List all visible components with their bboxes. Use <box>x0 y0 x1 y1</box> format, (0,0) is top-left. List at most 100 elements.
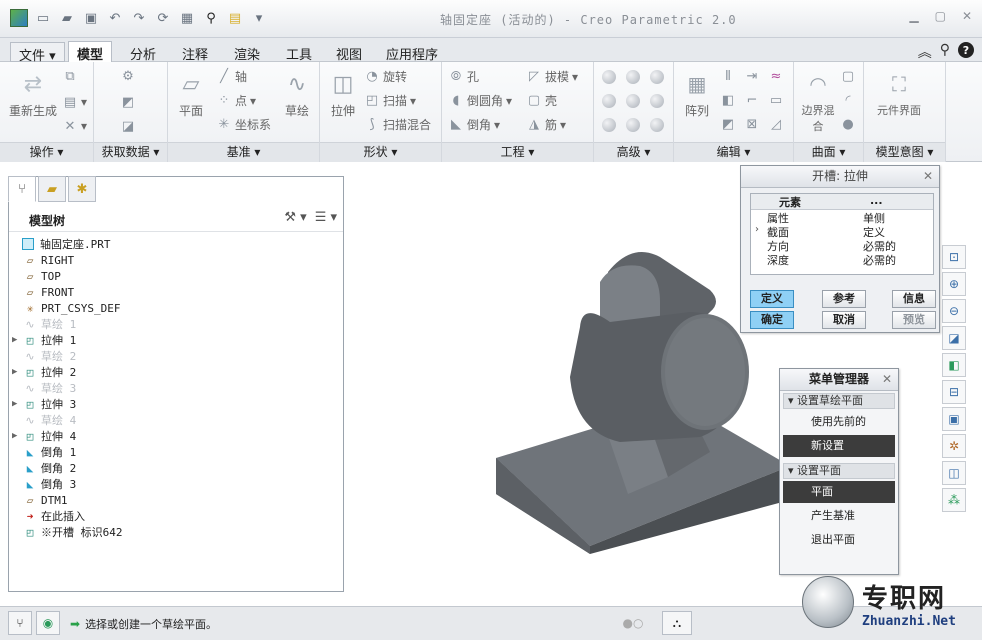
selection-filter-icon[interactable]: ⛬ <box>662 611 692 635</box>
hole-button[interactable]: ⦾ 孔 <box>448 68 479 85</box>
display-style-icon[interactable]: ◧ <box>942 353 966 377</box>
tab-view[interactable]: 视图 <box>328 42 370 63</box>
tab-annotate[interactable]: 注释 <box>174 42 216 63</box>
expand-arrow-icon[interactable]: ▶ <box>12 431 22 441</box>
delete-button[interactable]: ✕ ▾ <box>62 118 87 134</box>
expand-arrow-icon[interactable]: ▶ <box>12 367 22 377</box>
zoom-out-icon[interactable]: ⊖ <box>942 299 966 323</box>
draft-button[interactable]: ◸ 拔模 ▾ <box>526 68 578 85</box>
advanced-tool-icon[interactable] <box>650 118 664 132</box>
tree-node[interactable]: ◰ ※开槽 标识642 <box>12 524 342 540</box>
windows-icon[interactable]: ▦ <box>178 9 196 27</box>
tree-node[interactable]: ∿ 草绘 4 <box>12 412 342 428</box>
csys-button[interactable]: ✳ 坐标系 <box>216 116 271 133</box>
show-list-icon[interactable]: ☰ ▾ <box>315 210 337 225</box>
revolve-button[interactable]: ◔ 旋转 <box>364 68 407 85</box>
search-icon[interactable]: ⚲ <box>202 9 220 27</box>
view-manager-icon[interactable]: ▣ <box>942 407 966 431</box>
tree-node[interactable]: ➜ 在此插入 <box>12 508 342 524</box>
save-icon[interactable]: ▣ <box>82 9 100 27</box>
swept-blend-button[interactable]: ⟆ 扫描混合 <box>364 116 431 133</box>
regenerate-icon[interactable]: ⟳ <box>154 9 172 27</box>
close-icon[interactable]: ✕ <box>923 166 933 187</box>
tree-node[interactable]: ✳ PRT_CSYS_DEF <box>12 300 342 316</box>
maximize-icon[interactable]: ▢ <box>935 9 946 23</box>
tree-node[interactable]: ▱ RIGHT <box>12 252 342 268</box>
axis-button[interactable]: ╱ 轴 <box>216 68 247 85</box>
show-navigator-icon[interactable]: ⑂ <box>8 611 32 635</box>
expand-arrow-icon[interactable]: ▶ <box>12 399 22 409</box>
minimize-icon[interactable]: ▁ <box>909 9 918 23</box>
extrude-button[interactable]: ◫ 拉伸 <box>326 72 360 119</box>
advanced-tool-icon[interactable] <box>626 70 640 84</box>
tab-model-tree[interactable]: ⑂ <box>8 176 36 202</box>
pattern-button[interactable]: ▦ 阵列 <box>680 72 714 119</box>
freestyle-button[interactable]: ● <box>840 116 856 132</box>
advanced-tool-icon[interactable] <box>602 94 616 108</box>
tab-file[interactable]: 文件 ▾ <box>10 42 65 64</box>
advanced-group-label[interactable]: 高级 ▾ <box>594 142 673 162</box>
refs-button[interactable]: 参考 <box>822 290 866 308</box>
point-button[interactable]: ⁘ 点 ▾ <box>216 92 257 109</box>
get-data-group-label[interactable]: 获取数据 ▾ <box>94 142 167 162</box>
preview-button[interactable]: 预览 <box>892 311 936 329</box>
fill-button[interactable]: ▢ <box>840 68 856 84</box>
tree-node[interactable]: ∿ 草绘 1 <box>12 316 342 332</box>
zoom-in-icon[interactable]: ⊕ <box>942 272 966 296</box>
menu-item-plane[interactable]: 平面 <box>783 481 895 503</box>
define-button[interactable]: 定义 <box>750 290 794 308</box>
mirror-button[interactable]: ⫴ <box>720 68 736 84</box>
element-row[interactable]: › 截面 定义 <box>751 224 933 239</box>
shapes-group-label[interactable]: 形状 ▾ <box>320 142 441 162</box>
copy-button[interactable]: ⧉ <box>62 68 78 84</box>
extend-button[interactable]: ⇥ <box>744 68 760 84</box>
tree-node[interactable]: ▱ FRONT <box>12 284 342 300</box>
intersect-button[interactable]: ⊠ <box>744 116 760 132</box>
tree-node[interactable]: ▶ ◰ 拉伸 4 <box>12 428 342 444</box>
sweep-button[interactable]: ◰ 扫描 ▾ <box>364 92 416 109</box>
new-file-icon[interactable]: ▭ <box>34 9 52 27</box>
ok-button[interactable]: 确定 <box>750 311 794 329</box>
tab-tools[interactable]: 工具 <box>278 42 320 63</box>
close-icon[interactable]: ✕ <box>962 9 972 23</box>
cancel-button[interactable]: 取消 <box>822 311 866 329</box>
show-browser-icon[interactable]: ◉ <box>36 611 60 635</box>
element-row[interactable]: 深度 必需的 <box>751 252 933 267</box>
advanced-tool-icon[interactable] <box>602 70 616 84</box>
project-button[interactable]: ≈ <box>768 68 784 84</box>
plane-button[interactable]: ▱ 平面 <box>174 72 208 119</box>
tree-node[interactable]: ∿ 草绘 3 <box>12 380 342 396</box>
info-button[interactable]: 信息 <box>892 290 936 308</box>
chamfer-button[interactable]: ◣ 倒角 ▾ <box>448 116 500 133</box>
settings-tools-icon[interactable]: ⚒ ▾ <box>284 210 306 225</box>
copy-geometry-button[interactable]: ◩ <box>120 94 136 110</box>
undo-icon[interactable]: ↶ <box>106 9 124 27</box>
engineering-group-label[interactable]: 工程 ▾ <box>442 142 593 162</box>
tab-analysis[interactable]: 分析 <box>122 42 164 63</box>
component-interface-button[interactable]: ⛶ 元件界面 <box>874 72 924 118</box>
saved-orientations-icon[interactable]: ⊟ <box>942 380 966 404</box>
shell-button[interactable]: ▢ 壳 <box>526 92 557 109</box>
model-intent-group-label[interactable]: 模型意图 ▾ <box>864 142 945 162</box>
tree-node[interactable]: ◣ 倒角 2 <box>12 460 342 476</box>
tab-folder-browser[interactable]: ▰ <box>38 176 66 202</box>
expand-arrow-icon[interactable]: ▶ <box>12 335 22 345</box>
open-folder-icon[interactable]: ▰ <box>58 9 76 27</box>
tree-node[interactable]: ◣ 倒角 1 <box>12 444 342 460</box>
collapse-ribbon-icon[interactable]: ︽ <box>918 42 932 62</box>
advanced-tool-icon[interactable] <box>650 94 664 108</box>
repaint-icon[interactable]: ◪ <box>942 326 966 350</box>
editing-group-label[interactable]: 编辑 ▾ <box>674 142 793 162</box>
operations-group-label[interactable]: 操作 ▾ <box>0 142 93 162</box>
thicken-button[interactable]: ▭ <box>768 92 784 108</box>
tree-node[interactable]: ∿ 草绘 2 <box>12 348 342 364</box>
round-button[interactable]: ◖ 倒圆角 ▾ <box>448 92 512 109</box>
section-setup-sketch-plane[interactable]: ▾ 设置草绘平面 <box>783 393 895 409</box>
boundary-blend-button[interactable]: ◠ 边界混合 <box>798 72 838 134</box>
rib-button[interactable]: ◮ 筋 ▾ <box>526 116 566 133</box>
advanced-tool-icon[interactable] <box>626 94 640 108</box>
user-defined-feature-button[interactable]: ⚙ <box>120 68 136 84</box>
search-icon[interactable]: ⚲ <box>940 42 950 62</box>
annotation-display-icon[interactable]: ◫ <box>942 461 966 485</box>
refit-icon[interactable]: ⊡ <box>942 245 966 269</box>
